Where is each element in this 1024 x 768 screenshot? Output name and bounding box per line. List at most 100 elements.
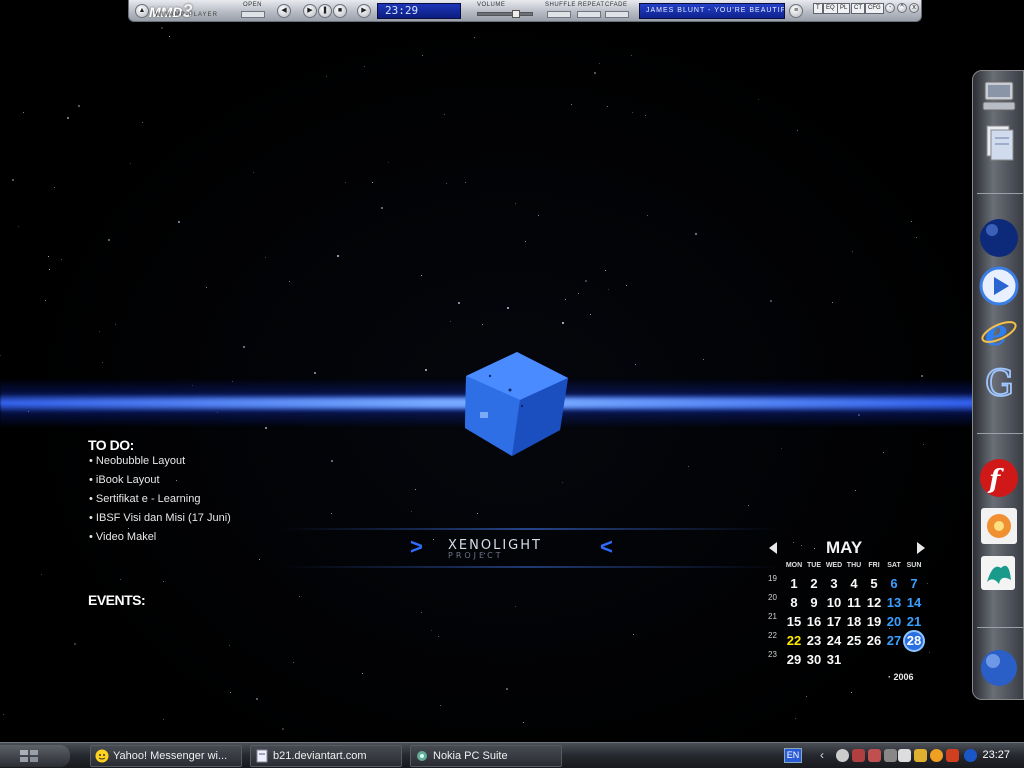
tray-clipboard-icon[interactable] — [898, 749, 911, 762]
todo-item[interactable]: • IBSF Visi dan Misi (17 Juni) — [89, 511, 231, 530]
flower-icon[interactable] — [978, 505, 1020, 547]
calendar-day[interactable]: 3 — [824, 576, 844, 591]
eject-button[interactable] — [241, 11, 265, 18]
calendar-day[interactable]: 20 — [884, 614, 904, 629]
desktop: > < XENOLIGHT PROJECT TO DO: • Neobubble… — [0, 0, 1024, 742]
ct-button[interactable]: CT — [851, 3, 865, 14]
calendar-day[interactable]: 4 — [844, 576, 864, 591]
star — [883, 452, 884, 453]
taskbar: Yahoo! Messenger wi... b21.deviantart.co… — [0, 742, 1024, 768]
calendar-day[interactable]: 14 — [904, 595, 924, 610]
minimize-icon[interactable]: - — [885, 3, 895, 13]
todo-item[interactable]: • iBook Layout — [89, 473, 231, 492]
next-icon[interactable]: ▶ — [357, 4, 371, 18]
t-button[interactable]: T — [813, 3, 823, 14]
calendar-day[interactable]: 2 — [804, 576, 824, 591]
calendar-day[interactable]: 1 — [784, 576, 804, 591]
calendar-day[interactable]: 9 — [804, 595, 824, 610]
calendar-day[interactable]: 28 — [904, 633, 924, 648]
calendar-day[interactable]: 7 — [904, 576, 924, 591]
tray-expand-icon[interactable]: ‹ — [820, 748, 824, 762]
calendar-day[interactable]: 10 — [824, 595, 844, 610]
language-indicator[interactable]: EN — [784, 748, 802, 763]
star — [688, 466, 689, 467]
tray-messenger-icon[interactable] — [930, 749, 943, 762]
star — [795, 718, 796, 719]
start-button[interactable] — [0, 745, 70, 767]
bluetooth-icon[interactable] — [964, 749, 977, 762]
cfg-button[interactable]: CFG — [865, 3, 884, 14]
close-icon[interactable]: x — [909, 3, 919, 13]
star — [41, 574, 42, 575]
cfade-label: CFADE — [605, 2, 628, 8]
eq-button[interactable]: EQ — [823, 3, 838, 14]
calendar-day[interactable]: 15 — [784, 614, 804, 629]
task-yahoo-messenger[interactable]: Yahoo! Messenger wi... — [90, 745, 242, 767]
task-deviantart[interactable]: b21.deviantart.com — [250, 745, 402, 767]
todo-list: • Neobubble Layout • iBook Layout • Sert… — [89, 454, 231, 549]
star — [585, 280, 587, 282]
calendar-day[interactable]: 11 — [844, 595, 864, 610]
star — [599, 63, 600, 64]
previous-icon[interactable]: ◀ — [277, 4, 291, 18]
calendar-day[interactable]: 5 — [864, 576, 884, 591]
flash-icon[interactable]: f — [978, 457, 1020, 499]
calendar-day[interactable]: 12 — [864, 595, 884, 610]
calendar-day[interactable]: 17 — [824, 614, 844, 629]
menu-up-icon[interactable]: ▲ — [135, 4, 149, 18]
computer-icon[interactable] — [978, 75, 1020, 117]
shade-icon[interactable]: ^ — [897, 3, 907, 13]
calendar-day[interactable]: 29 — [784, 652, 804, 667]
cfade-button[interactable] — [605, 11, 629, 18]
star — [345, 182, 346, 183]
todo-item[interactable]: • Neobubble Layout — [89, 454, 231, 473]
winamp-player: ▲ MMD3 WINAMP-PLAYER OPEN ◀ ▶ ❚ ■ ▶ 23:2… — [128, 0, 922, 22]
calendar-day[interactable]: 6 — [884, 576, 904, 591]
play-icon[interactable]: ▶ — [303, 4, 317, 18]
star — [565, 299, 566, 300]
calendar-day[interactable]: 23 — [804, 633, 824, 648]
todo-item[interactable]: • Sertifikat e - Learning — [89, 492, 231, 511]
tray-network-icon[interactable] — [852, 749, 865, 762]
todo-item[interactable]: • Video Makel — [89, 530, 231, 549]
google-icon[interactable]: G — [978, 361, 1020, 403]
calendar-day[interactable]: 30 — [804, 652, 824, 667]
stop-icon[interactable]: ■ — [333, 4, 347, 18]
calendar-day[interactable]: 13 — [884, 595, 904, 610]
calendar-day[interactable]: 24 — [824, 633, 844, 648]
next-month-icon[interactable] — [917, 542, 925, 554]
calendar-day[interactable]: 26 — [864, 633, 884, 648]
playlist-menu-icon[interactable]: ≡ — [789, 4, 803, 18]
prev-month-icon[interactable] — [769, 542, 777, 554]
task-nokia-pc-suite[interactable]: Nokia PC Suite — [410, 745, 562, 767]
documents-icon[interactable] — [978, 121, 1020, 163]
calendar-day[interactable]: 25 — [844, 633, 864, 648]
calendar-day[interactable]: 18 — [844, 614, 864, 629]
media-player-icon[interactable] — [978, 265, 1020, 307]
volume-slider[interactable] — [477, 10, 533, 18]
tray-minus-icon[interactable] — [836, 749, 849, 762]
tray-network2-icon[interactable] — [868, 749, 881, 762]
internet-explorer-icon[interactable]: e — [978, 311, 1020, 353]
tray-device-icon[interactable] — [884, 749, 897, 762]
repeat-button[interactable] — [577, 11, 601, 18]
photoshop-icon[interactable] — [978, 553, 1020, 595]
tray-pencil-icon[interactable] — [914, 749, 927, 762]
calendar-day[interactable]: 16 — [804, 614, 824, 629]
pl-button[interactable]: PL — [837, 3, 851, 14]
calendar-day[interactable]: 31 — [824, 652, 844, 667]
repeat-label: REPEAT — [578, 2, 605, 8]
calendar-day[interactable]: 21 — [904, 614, 924, 629]
star — [571, 104, 572, 105]
calendar-day[interactable]: 27 — [884, 633, 904, 648]
pause-icon[interactable]: ❚ — [318, 4, 332, 18]
star — [431, 630, 432, 631]
tray-alert-icon[interactable] — [946, 749, 959, 762]
shuffle-button[interactable] — [547, 11, 571, 18]
calendar-day[interactable]: 8 — [784, 595, 804, 610]
globe-icon[interactable] — [978, 647, 1020, 689]
calendar-day[interactable]: 22 — [784, 633, 804, 648]
volume-knob[interactable] — [512, 10, 520, 18]
orb-icon[interactable] — [978, 217, 1020, 259]
calendar-day[interactable]: 19 — [864, 614, 884, 629]
